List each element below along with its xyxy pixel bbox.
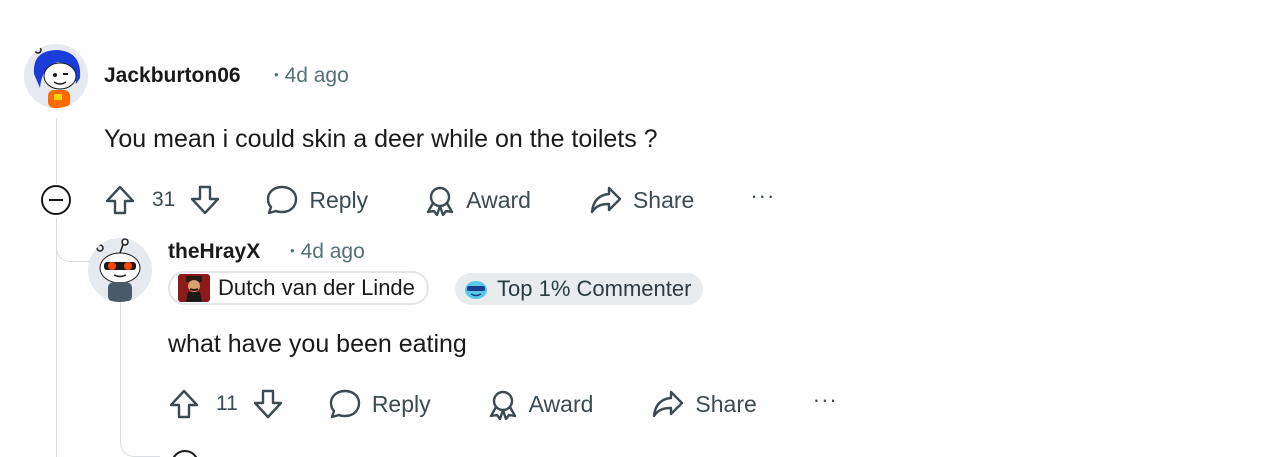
vote-count: 31 xyxy=(152,188,176,211)
thread-elbow xyxy=(56,236,90,262)
comment-timestamp[interactable]: • 4d ago xyxy=(274,64,349,88)
upvote-arrow-icon xyxy=(105,185,135,215)
snoo-avatar-icon xyxy=(88,238,152,302)
share-arrow-icon xyxy=(653,390,684,418)
comment-body: You mean i could skin a deer while on th… xyxy=(104,125,658,153)
award-ribbon-icon xyxy=(426,186,454,216)
more-options-button[interactable]: ··· xyxy=(813,387,838,413)
comment-age: 4d ago xyxy=(300,240,365,263)
upvote-button[interactable] xyxy=(168,388,200,420)
vote-count: 11 xyxy=(216,392,238,415)
meta-separator: • xyxy=(274,67,279,82)
avatar[interactable] xyxy=(88,238,152,302)
share-button[interactable]: Share xyxy=(589,184,694,216)
downvote-arrow-icon xyxy=(191,185,220,215)
comment-author[interactable]: Jackburton06 xyxy=(104,64,241,88)
award-ribbon-icon xyxy=(489,390,516,420)
downvote-button[interactable] xyxy=(252,388,284,420)
award-button[interactable]: Award xyxy=(424,184,531,216)
upvote-arrow-icon xyxy=(169,389,199,419)
reply-label: Reply xyxy=(371,390,431,417)
minus-icon xyxy=(49,199,63,201)
speech-bubble-icon xyxy=(329,389,361,419)
collapse-thread-button[interactable] xyxy=(41,185,71,215)
avatar[interactable] xyxy=(24,44,88,108)
top-commenter-badge[interactable]: Top 1% Commenter xyxy=(455,273,704,305)
comment-thread: Jackburton06 • 4d ago You mean i could sk… xyxy=(0,0,1286,457)
reply-label: Reply xyxy=(309,186,369,213)
award-button[interactable]: Award xyxy=(487,388,594,420)
comment-author[interactable]: theHrayX xyxy=(168,240,260,264)
comment-age: 4d ago xyxy=(284,64,349,87)
comment-timestamp[interactable]: • 4d ago xyxy=(290,240,365,264)
award-label: Award xyxy=(466,186,531,213)
comment-actions: 31 Reply Award Share ··· xyxy=(104,180,775,220)
downvote-arrow-icon xyxy=(253,389,283,419)
flair-label: Dutch van der Linde xyxy=(218,275,415,300)
reply-button[interactable]: Reply xyxy=(265,184,368,216)
award-label: Award xyxy=(528,390,594,417)
upvote-button[interactable] xyxy=(104,184,136,216)
share-label: Share xyxy=(632,186,695,213)
meta-separator: • xyxy=(290,243,295,258)
comment-body: what have you been eating xyxy=(168,330,467,358)
snoo-avatar-icon xyxy=(24,44,88,108)
flair-label: Top 1% Commenter xyxy=(497,276,692,301)
share-label: Share xyxy=(695,390,757,417)
share-arrow-icon xyxy=(590,186,622,214)
more-options-button[interactable]: ··· xyxy=(750,183,775,209)
thread-elbow-reply xyxy=(120,420,160,457)
comment-actions: 11 Reply Award Share ··· xyxy=(168,384,838,424)
thread-line-reply[interactable] xyxy=(120,300,121,440)
user-flair[interactable]: Dutch van der Linde xyxy=(168,271,429,305)
collapse-thread-button[interactable] xyxy=(171,450,199,457)
portrait-icon xyxy=(178,274,210,302)
speech-bubble-icon xyxy=(267,185,298,215)
thread-line-main[interactable] xyxy=(56,118,57,184)
share-button[interactable]: Share xyxy=(651,388,757,420)
top-commenter-icon xyxy=(465,281,487,299)
reply-button[interactable]: Reply xyxy=(328,388,431,420)
downvote-button[interactable] xyxy=(189,184,221,216)
